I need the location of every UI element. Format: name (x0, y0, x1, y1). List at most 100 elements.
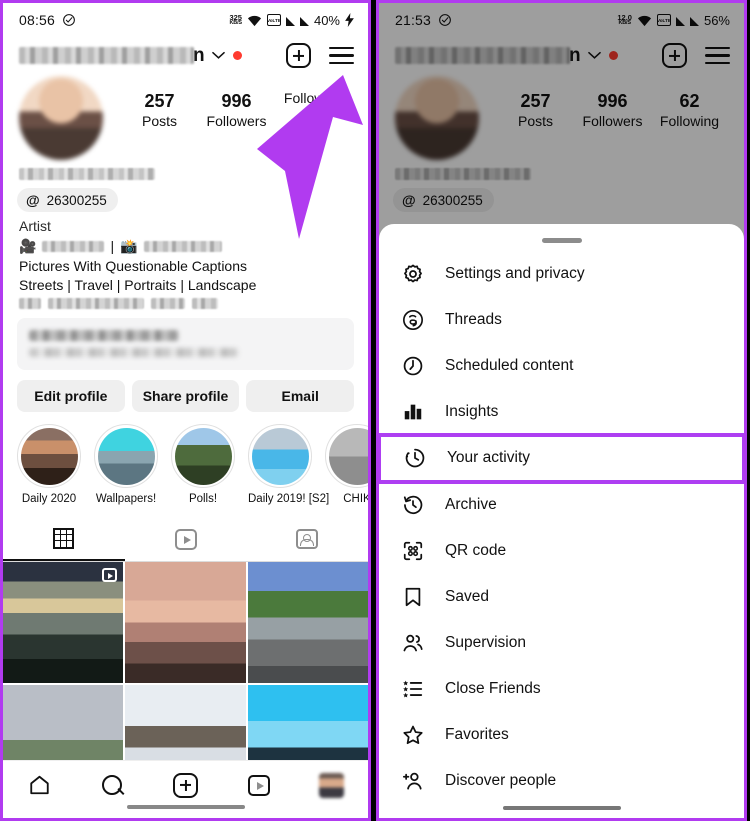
threads-icon (401, 308, 425, 332)
bottom-navigation-bar (3, 760, 368, 818)
threads-badge[interactable]: @ 26300255 (17, 188, 118, 212)
tab-tagged[interactable] (246, 517, 368, 561)
burger-line (329, 54, 354, 57)
alarm-check-icon (63, 14, 75, 26)
highlight-item[interactable]: Wallpapers! (94, 424, 158, 505)
chevron-down-icon[interactable] (211, 51, 225, 60)
highlight-item[interactable]: CHIK (325, 424, 368, 505)
menu-list: Settings and privacy Threads Scheduled c… (379, 251, 744, 804)
share-profile-button[interactable]: Share profile (131, 380, 240, 413)
network-speed-indicator: 325 KB/S (229, 13, 242, 27)
display-name-blurred (19, 168, 155, 180)
menu-item-your-activity[interactable]: Your activity (379, 432, 744, 484)
menu-item-label: Threads (445, 310, 502, 328)
avatar[interactable] (19, 76, 103, 160)
menu-item-supervision[interactable]: Supervision (379, 620, 744, 666)
email-button[interactable]: Email (246, 380, 355, 413)
highlight-cover (174, 427, 232, 485)
post-image (3, 562, 124, 683)
highlight-ring (171, 424, 235, 489)
bio-blur-segment (48, 298, 144, 310)
highlight-item[interactable]: Polls! (171, 424, 235, 505)
status-bar: 08:56 325 KB/S VoLTE 40% (3, 3, 368, 37)
tab-reels[interactable] (125, 517, 247, 561)
stat-posts[interactable]: 257 Posts (121, 90, 198, 129)
bookmark-icon (401, 585, 425, 609)
volte-label: VoLTE (267, 17, 281, 23)
highlight-label: Wallpapers! (95, 493, 157, 506)
story-highlights[interactable]: Daily 2020 Wallpapers! Polls! Daily 2019… (3, 412, 368, 505)
battery-percent: 40% (313, 12, 340, 28)
stats-group: 257 Posts 996 Followers Following (103, 76, 352, 129)
menu-item-label: Close Friends (445, 679, 541, 697)
post-thumbnail[interactable] (247, 562, 368, 683)
menu-item-label: Saved (445, 587, 489, 605)
people-icon (401, 631, 425, 655)
menu-item-insights[interactable]: Insights (379, 389, 744, 435)
menu-item-label: QR code (445, 541, 507, 559)
left-phone-panel: 08:56 325 KB/S VoLTE 40% n 257 Posts 996… (0, 0, 371, 821)
username-tail[interactable]: n (193, 45, 205, 67)
menu-item-label: Supervision (445, 633, 526, 651)
card-blur-line (29, 348, 239, 358)
stat-followers[interactable]: 996 Followers (198, 90, 275, 129)
hamburger-menu-icon[interactable] (329, 46, 354, 65)
nav-search[interactable] (76, 770, 149, 800)
followers-count: 996 (221, 91, 252, 111)
posts-label: Posts (141, 112, 177, 129)
post-thumbnail[interactable] (3, 562, 124, 683)
nav-reels[interactable] (222, 770, 295, 800)
threads-follower-count: 26300255 (46, 192, 107, 208)
highlight-cover (251, 427, 309, 485)
menu-item-favorites[interactable]: Favorites (379, 712, 744, 758)
bio-blur-segment (192, 298, 218, 310)
edit-profile-button[interactable]: Edit profile (17, 380, 125, 413)
charging-bolt-icon (345, 13, 354, 27)
highlight-ring (325, 424, 368, 489)
nav-home[interactable] (3, 770, 76, 800)
menu-item-scheduled-content[interactable]: Scheduled content (379, 343, 744, 389)
archive-clock-back-icon (401, 493, 425, 517)
stat-following[interactable]: Following (275, 90, 352, 129)
profile-bio: Artist 🎥 | 📸 Pictures With Questionable … (3, 212, 368, 310)
profile-category: Artist (19, 218, 51, 234)
highlight-item[interactable]: Daily 2020 (17, 424, 81, 505)
drag-handle[interactable] (541, 238, 582, 243)
nav-create[interactable] (149, 770, 222, 800)
highlight-ring (94, 424, 158, 489)
status-bar-right: 325 KB/S VoLTE 40% (229, 13, 354, 28)
tab-grid[interactable] (3, 517, 125, 562)
menu-item-label: Settings and privacy (445, 264, 585, 282)
nav-profile[interactable] (295, 770, 368, 800)
highlight-label: CHIK (343, 493, 368, 506)
highlight-item[interactable]: Daily 2019! [S2] (248, 424, 329, 505)
right-phone-panel: 21:53 12.0 KB/S VoLTE 56% n 257 Posts 99… (376, 0, 747, 821)
menu-item-archive[interactable]: Archive (379, 482, 744, 528)
plus-square-icon[interactable] (286, 43, 311, 68)
bio-line-3-blurred (19, 298, 352, 310)
post-thumbnail[interactable] (125, 562, 246, 683)
reels-icon (174, 528, 197, 550)
menu-item-label: Favorites (445, 725, 509, 743)
pinned-info-card-blurred[interactable] (17, 318, 354, 371)
plus-square-icon (173, 772, 198, 798)
menu-item-qr-code[interactable]: QR code (379, 528, 744, 574)
menu-item-discover-people[interactable]: Discover people (379, 758, 744, 804)
highlight-label: Polls! (188, 493, 218, 506)
menu-item-saved[interactable]: Saved (379, 574, 744, 620)
burger-line (329, 46, 354, 49)
wifi-icon (247, 15, 262, 26)
menu-item-settings-and-privacy[interactable]: Settings and privacy (379, 251, 744, 297)
burger-line (329, 62, 354, 65)
volte-icon: VoLTE (266, 14, 281, 26)
username-blurred[interactable] (19, 47, 194, 64)
bio-blur-segment (42, 241, 105, 253)
menu-item-close-friends[interactable]: Close Friends (379, 666, 744, 712)
menu-item-threads[interactable]: Threads (379, 297, 744, 343)
grid-icon (53, 527, 75, 549)
bio-blur-segment (143, 241, 222, 253)
menu-item-label: Your activity (447, 449, 530, 466)
reels-icon (247, 774, 270, 796)
video-camera-emoji: 🎥 (19, 238, 37, 255)
search-icon (102, 774, 123, 796)
